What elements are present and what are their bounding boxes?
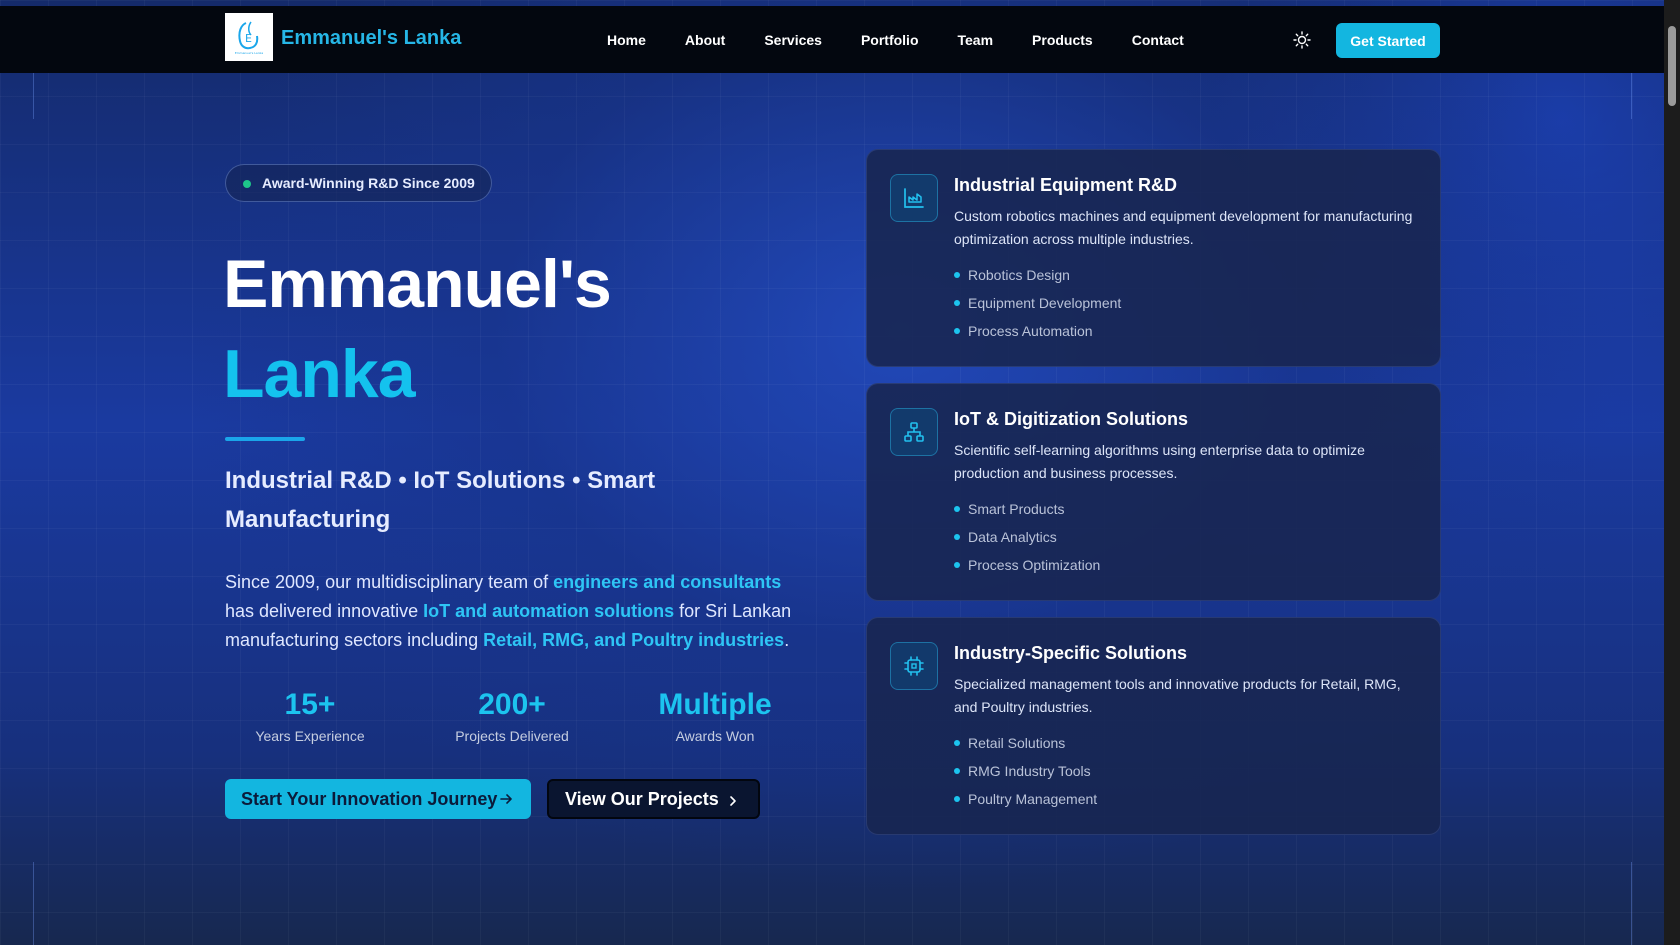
hero-subtitle: Industrial R&D • IoT Solutions • Smart M… [225, 467, 656, 533]
nav-item-products[interactable]: Products [1032, 32, 1093, 48]
stat-value: Multiple [658, 688, 772, 721]
list-item: Smart Products [954, 499, 1100, 527]
list-item: Data Analytics [954, 527, 1100, 555]
arrow-right-icon [500, 794, 512, 804]
main-nav: Home About Services Portfolio Team Produ… [607, 32, 1223, 48]
company-logo[interactable]: E Emmanuel's Lanka [225, 13, 273, 61]
stat-label: Awards Won [675, 728, 755, 744]
sun-icon[interactable] [1292, 30, 1312, 50]
nav-item-portfolio[interactable]: Portfolio [861, 32, 919, 48]
stat-awards: Multiple Awards Won [615, 688, 815, 744]
stat-value: 15+ [284, 688, 336, 721]
frame-line-bottom-right [1631, 862, 1632, 945]
start-innovation-label: Start Your Innovation Journey [241, 788, 498, 809]
start-innovation-button[interactable]: Start Your Innovation Journey [225, 779, 531, 819]
service-card-industrial[interactable]: Industrial Equipment R&D Custom robotics… [866, 149, 1441, 367]
list-item: Process Automation [954, 321, 1121, 349]
service-card-iot[interactable]: IoT & Digitization Solutions Scientific … [866, 383, 1441, 601]
card-feature-list: Robotics Design Equipment Development Pr… [954, 265, 1121, 349]
card-description: Custom robotics machines and equipment d… [954, 208, 1413, 247]
list-item: RMG Industry Tools [954, 761, 1097, 789]
card-title: Industrial Equipment R&D [954, 175, 1178, 195]
list-item: Robotics Design [954, 265, 1121, 293]
chevron-right-icon [730, 796, 736, 806]
view-projects-button[interactable]: View Our Projects [547, 779, 760, 819]
award-badge-label: Award-Winning R&D Since 2009 [262, 175, 475, 191]
nav-item-services[interactable]: Services [764, 32, 822, 48]
list-item: Poultry Management [954, 789, 1097, 817]
hero-description: Since 2009, our multidisciplinary team o… [225, 568, 815, 655]
list-item: Retail Solutions [954, 733, 1097, 761]
card-description: Scientific self-learning algorithms usin… [954, 442, 1365, 481]
award-badge: Award-Winning R&D Since 2009 [225, 164, 492, 202]
status-dot-icon [243, 180, 251, 188]
svg-text:Emmanuel's Lanka: Emmanuel's Lanka [235, 51, 263, 55]
service-card-industry[interactable]: Industry-Specific Solutions Specialized … [866, 617, 1441, 835]
factory-chart-icon [890, 174, 938, 222]
scrollbar-thumb[interactable] [1668, 26, 1676, 106]
nav-item-about[interactable]: About [685, 32, 725, 48]
network-icon [890, 408, 938, 456]
list-item: Process Optimization [954, 555, 1100, 583]
svg-text:E: E [245, 32, 252, 45]
frame-line-top-right [1631, 73, 1632, 119]
list-item: Equipment Development [954, 293, 1121, 321]
title-underline-divider [225, 437, 305, 441]
page-scrollbar[interactable] [1664, 0, 1680, 945]
card-title: IoT & Digitization Solutions [954, 409, 1188, 429]
hero-title-line2: Lanka [223, 336, 416, 412]
desc-text: has delivered innovative [225, 601, 424, 621]
stat-value: 200+ [478, 688, 546, 721]
stat-label: Projects Delivered [455, 728, 569, 744]
hero-title-line1: Emmanuel's [223, 246, 612, 322]
view-projects-label: View Our Projects [565, 788, 719, 809]
card-title: Industry-Specific Solutions [954, 643, 1188, 663]
top-navbar: E Emmanuel's Lanka Emmanuel's Lanka Home … [0, 6, 1664, 73]
frame-line-top-left [33, 73, 34, 119]
stat-label: Years Experience [255, 728, 365, 744]
card-feature-list: Retail Solutions RMG Industry Tools Poul… [954, 733, 1097, 817]
get-started-button[interactable]: Get Started [1336, 23, 1440, 58]
nav-item-home[interactable]: Home [607, 32, 646, 48]
desc-text: . [784, 630, 790, 650]
desc-text: Since 2009, our multidisciplinary team o… [225, 572, 554, 592]
frame-line-bottom-left [33, 862, 34, 945]
desc-highlight-industries: Retail, RMG, and Poultry industries [483, 630, 785, 650]
brand-name[interactable]: Emmanuel's Lanka [281, 27, 461, 50]
desc-highlight-engineers: engineers and consultants [553, 572, 782, 592]
stat-years: 15+ Years Experience [210, 688, 410, 744]
cpu-chip-icon [890, 642, 938, 690]
nav-item-contact[interactable]: Contact [1132, 32, 1184, 48]
hero-section: Award-Winning R&D Since 2009 Emmanuel's … [0, 0, 1664, 945]
stat-projects: 200+ Projects Delivered [412, 688, 612, 744]
desc-highlight-iot: IoT and automation solutions [423, 601, 675, 621]
card-description: Specialized management tools and innovat… [954, 676, 1401, 715]
nav-item-team[interactable]: Team [958, 32, 994, 48]
card-feature-list: Smart Products Data Analytics Process Op… [954, 499, 1100, 583]
